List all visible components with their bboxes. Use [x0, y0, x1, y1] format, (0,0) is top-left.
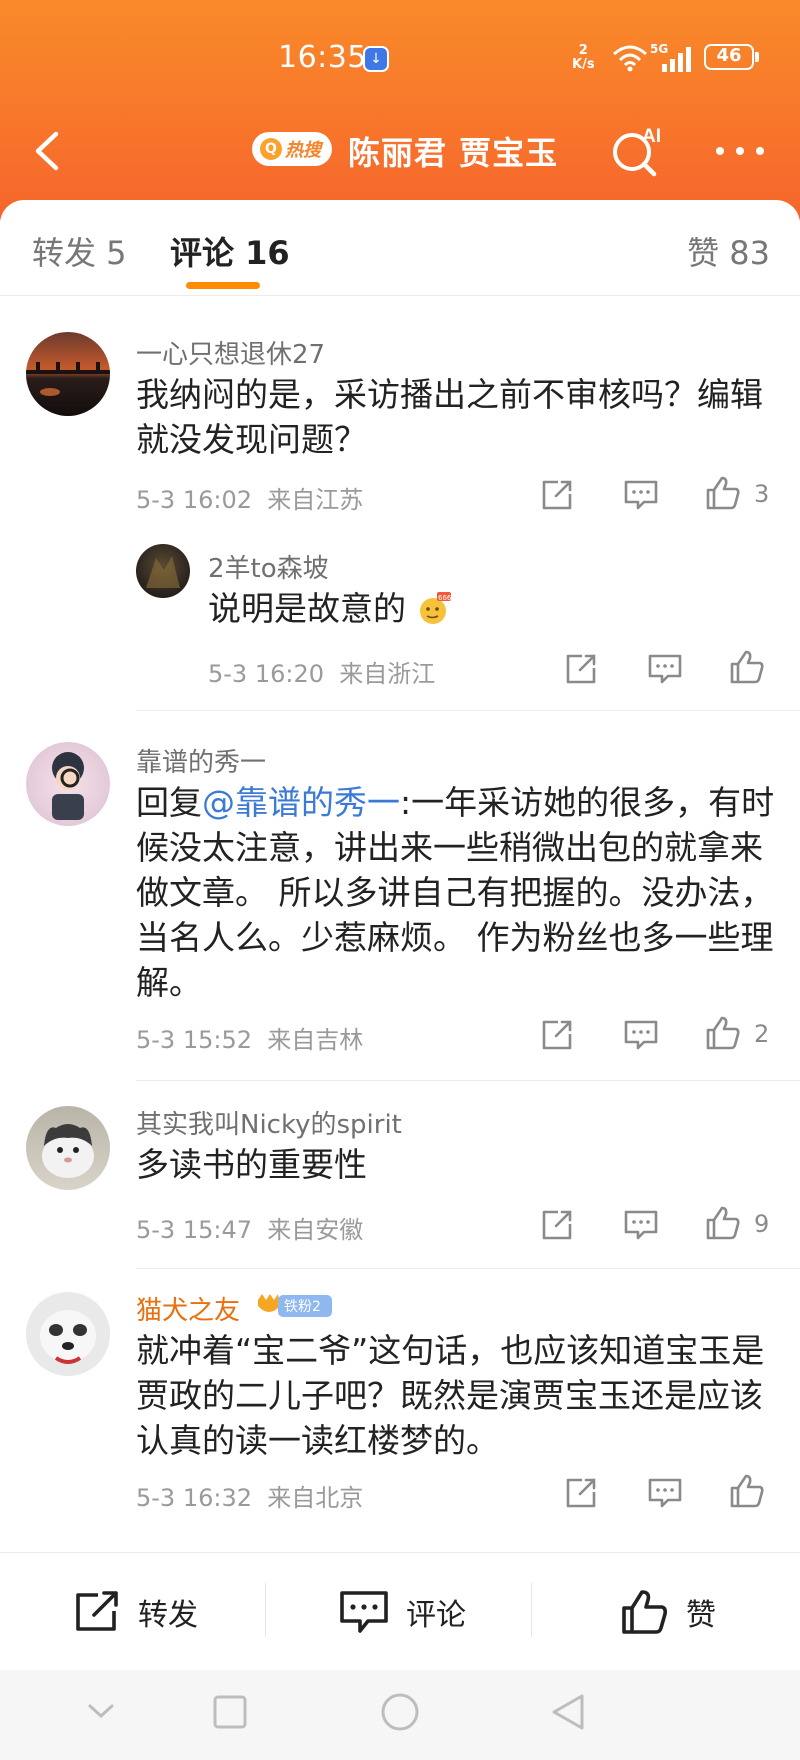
like-icon[interactable] — [704, 1014, 742, 1052]
separator — [531, 1583, 532, 1637]
like-icon[interactable] — [728, 1472, 766, 1510]
signal-icon — [662, 47, 691, 72]
thumbs-up-icon — [622, 1590, 667, 1634]
reply-icon[interactable] — [646, 650, 684, 688]
tab-like[interactable]: 赞 83 — [687, 228, 770, 274]
comment-text: 回复@靠谱的秀一:一年采访她的很多，有时候没太注意，讲出来一些稍微出包的就拿来做… — [136, 783, 775, 1002]
like-count: 9 — [754, 1210, 770, 1238]
share-icon[interactable] — [562, 650, 600, 688]
avatar[interactable] — [26, 1292, 110, 1376]
share-icon[interactable] — [538, 476, 576, 514]
comment-meta: 5-3 15:47 来自安徽 — [136, 1216, 364, 1244]
reply-icon[interactable] — [622, 1206, 660, 1244]
like-icon[interactable] — [704, 474, 742, 512]
ai-search-icon[interactable]: AI — [608, 122, 668, 178]
tab-indicator — [186, 282, 260, 289]
share-icon[interactable] — [538, 1206, 576, 1244]
bottom-action-bar: 转发 评论 赞 — [0, 1552, 800, 1670]
download-icon: ↓ — [363, 46, 389, 72]
like-icon[interactable] — [728, 648, 766, 686]
reply-icon[interactable] — [646, 1474, 684, 1512]
divider — [136, 1080, 800, 1081]
wifi-icon — [613, 45, 647, 72]
comment-username[interactable]: 猫犬之友 — [136, 1290, 240, 1327]
net-speed: 2 K/s — [572, 43, 595, 72]
divider — [136, 710, 800, 711]
comment-username[interactable]: 其实我叫Nicky的spirit — [136, 1104, 402, 1141]
svg-text:AI: AI — [642, 126, 661, 147]
separator — [265, 1583, 266, 1637]
page-title: 陈丽君 贾宝玉 — [348, 134, 559, 172]
comment-text: 我纳闷的是，采访播出之前不审核吗？编辑就没发现问题？ — [136, 375, 763, 459]
comment-button[interactable]: 评论 — [338, 1553, 466, 1671]
comment-text: 就冲着“宝二爷”这句话，也应该知道宝玉是贾政的二儿子吧？既然是演贾宝玉还是应该认… — [136, 1331, 765, 1460]
comment-panel: 转发 5 评论 16 赞 83 一心只想退休27 我纳闷的是，采访播出之前不审核… — [0, 200, 800, 1760]
tab-bar: 转发 5 评论 16 赞 83 — [0, 200, 800, 296]
svg-text:666: 666 — [438, 594, 451, 602]
like-count: 2 — [754, 1020, 770, 1048]
svg-text:铁粉2: 铁粉2 — [284, 1299, 321, 1315]
avatar-image — [40, 1310, 96, 1364]
tab-repost[interactable]: 转发 5 — [32, 228, 127, 274]
repost-button[interactable]: 转发 — [72, 1553, 198, 1671]
comment-meta: 5-3 16:02 来自江苏 — [136, 486, 364, 514]
more-options-icon[interactable] — [712, 136, 768, 166]
emoji-666-icon: 666 — [419, 592, 451, 624]
like-button[interactable]: 赞 — [620, 1553, 716, 1671]
status-bar: 16:35 ↓ 2 K/s 5G 46 — [0, 40, 800, 76]
fan-badge: 铁粉2 — [258, 1294, 332, 1317]
back-nav-icon[interactable] — [550, 1692, 586, 1732]
share-icon[interactable] — [538, 1016, 576, 1054]
reply-icon[interactable] — [622, 476, 660, 514]
comment-meta: 5-3 16:20 来自浙江 — [208, 660, 436, 688]
comment-username[interactable]: 一心只想退休27 — [136, 334, 325, 371]
avatar[interactable] — [26, 742, 110, 826]
reply-icon[interactable] — [622, 1016, 660, 1054]
repost-icon — [76, 1591, 118, 1631]
nav-bar: Q 热搜 陈丽君 贾宝玉 AI — [0, 118, 800, 184]
comment-icon — [340, 1591, 388, 1633]
avatar[interactable] — [26, 1106, 110, 1190]
home-icon[interactable] — [380, 1692, 420, 1732]
tab-comment[interactable]: 评论 16 — [170, 228, 290, 274]
avatar[interactable] — [26, 332, 110, 416]
comment-username[interactable]: 靠谱的秀一 — [136, 742, 266, 779]
share-icon[interactable] — [562, 1474, 600, 1512]
system-nav-bar — [0, 1670, 800, 1760]
recent-apps-icon[interactable] — [212, 1694, 248, 1730]
hot-search-badge[interactable]: Q 热搜 — [252, 132, 332, 166]
battery-indicator: 46 — [704, 44, 759, 70]
header: 16:35 ↓ 2 K/s 5G 46 Q 热搜 陈丽君 贾宝玉 AI — [0, 0, 800, 220]
divider — [136, 1268, 800, 1269]
comment-text: 说明是故意的 666 — [208, 589, 451, 628]
like-icon[interactable] — [704, 1204, 742, 1242]
comment-meta: 5-3 15:52 来自吉林 — [136, 1026, 364, 1054]
comment-meta: 5-3 16:32 来自北京 — [136, 1484, 364, 1512]
back-arrow-icon[interactable] — [24, 126, 74, 176]
avatar-image — [42, 1124, 94, 1178]
comment-text: 多读书的重要性 — [136, 1145, 367, 1184]
avatar-image — [146, 556, 180, 588]
avatar-image — [26, 362, 110, 396]
status-time: 16:35 — [278, 40, 367, 75]
comment-username[interactable]: 2羊to森坡 — [208, 548, 329, 585]
search-icon: Q — [260, 138, 282, 160]
chevron-down-icon[interactable] — [86, 1702, 116, 1722]
avatar[interactable] — [136, 544, 190, 598]
like-count: 3 — [754, 480, 770, 508]
mention-link[interactable]: @靠谱的秀一 — [202, 783, 400, 822]
avatar-image — [52, 752, 84, 820]
